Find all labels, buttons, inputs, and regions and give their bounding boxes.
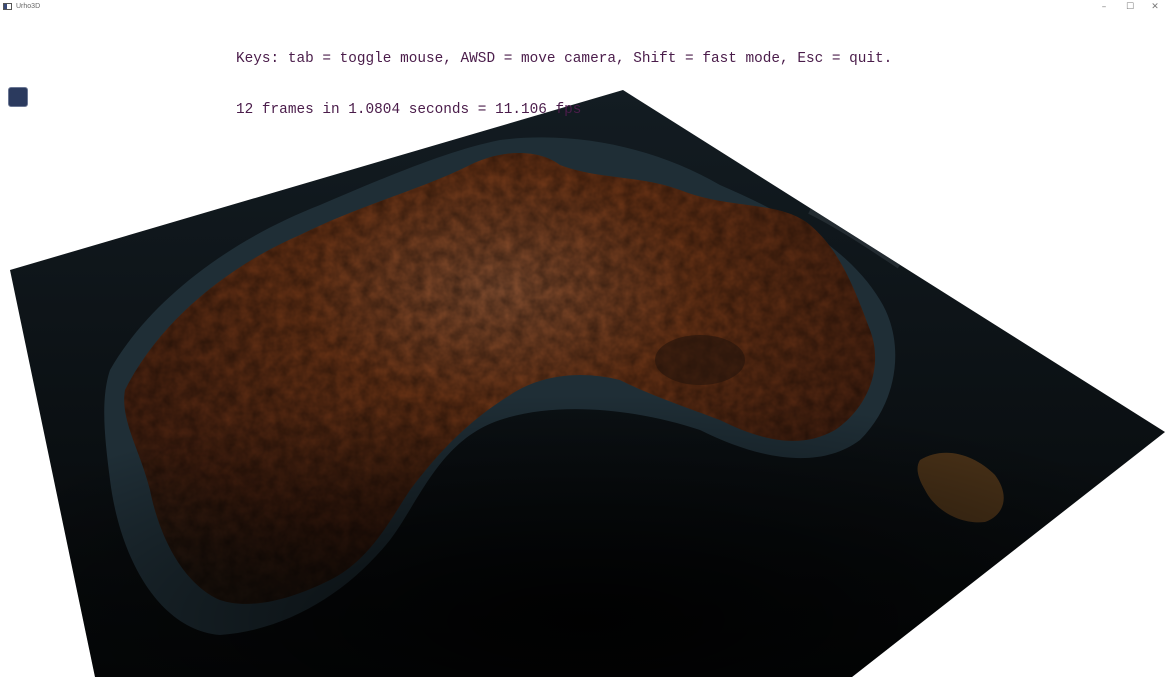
hud-fps-counter: 12 frames in 1.0804 seconds = 11.106 fps	[236, 102, 582, 118]
hud-keys-instructions: Keys: tab = toggle mouse, AWSD = move ca…	[236, 51, 893, 67]
minimize-icon[interactable]: –	[1097, 1, 1111, 13]
square-button[interactable]	[8, 87, 28, 107]
app-window-icon	[3, 3, 12, 10]
window-title: Urho3D	[16, 3, 41, 10]
hud-text: Keys: tab = toggle mouse, AWSD = move ca…	[236, 17, 892, 136]
maximize-icon[interactable]: ☐	[1123, 1, 1137, 13]
window-titlebar: Urho3D – ☐ ✕	[0, 0, 1172, 14]
close-icon[interactable]: ✕	[1148, 1, 1162, 13]
